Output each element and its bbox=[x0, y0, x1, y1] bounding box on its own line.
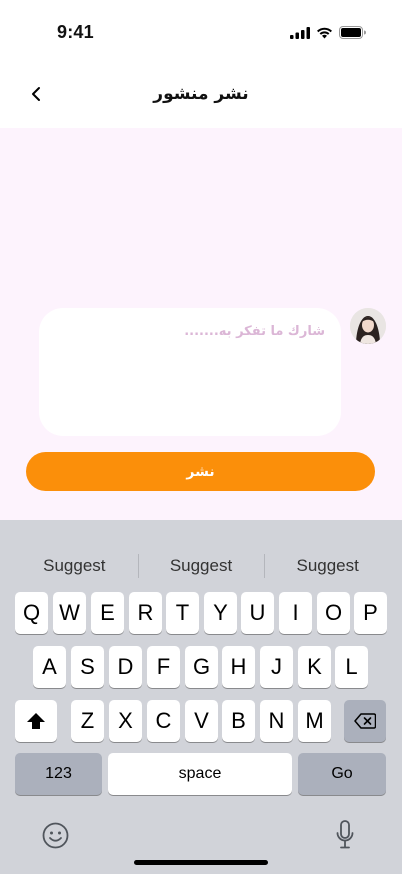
key-l[interactable]: L bbox=[335, 646, 368, 688]
key-n[interactable]: N bbox=[260, 700, 293, 742]
page-title: نشر منشور bbox=[153, 84, 249, 104]
suggestion-item[interactable]: Suggest bbox=[137, 548, 265, 584]
keyboard: Suggest Suggest Suggest Q W E R T Y U I … bbox=[0, 520, 402, 874]
key-o[interactable]: O bbox=[317, 592, 350, 634]
go-key[interactable]: Go bbox=[298, 753, 386, 795]
shift-icon bbox=[27, 713, 45, 729]
key-r[interactable]: R bbox=[129, 592, 162, 634]
key-z[interactable]: Z bbox=[71, 700, 104, 742]
suggestion-bar: Suggest Suggest Suggest bbox=[11, 548, 391, 584]
key-e[interactable]: E bbox=[91, 592, 124, 634]
key-x[interactable]: X bbox=[109, 700, 142, 742]
cellular-signal-icon bbox=[290, 26, 310, 44]
key-c[interactable]: C bbox=[147, 700, 180, 742]
composer-area: نشر bbox=[0, 128, 402, 520]
key-t[interactable]: T bbox=[166, 592, 199, 634]
status-time: 9:41 bbox=[57, 22, 94, 42]
numbers-key[interactable]: 123 bbox=[15, 753, 102, 795]
microphone-icon[interactable] bbox=[336, 820, 354, 855]
key-d[interactable]: D bbox=[109, 646, 142, 688]
home-indicator bbox=[134, 860, 268, 865]
battery-icon bbox=[339, 26, 366, 44]
key-i[interactable]: I bbox=[279, 592, 312, 634]
key-g[interactable]: G bbox=[185, 646, 218, 688]
key-s[interactable]: S bbox=[71, 646, 104, 688]
status-bar: 9:41 bbox=[0, 0, 402, 62]
key-j[interactable]: J bbox=[260, 646, 293, 688]
key-v[interactable]: V bbox=[185, 700, 218, 742]
key-w[interactable]: W bbox=[53, 592, 86, 634]
space-key[interactable]: space bbox=[108, 753, 292, 795]
key-a[interactable]: A bbox=[33, 646, 66, 688]
wifi-icon bbox=[316, 26, 333, 44]
emoji-icon[interactable] bbox=[42, 822, 69, 854]
key-q[interactable]: Q bbox=[15, 592, 48, 634]
key-k[interactable]: K bbox=[298, 646, 331, 688]
suggestion-item[interactable]: Suggest bbox=[11, 548, 138, 584]
shift-key[interactable] bbox=[15, 700, 57, 742]
backspace-icon bbox=[354, 713, 376, 729]
publish-button[interactable]: نشر bbox=[26, 452, 375, 491]
app-header: نشر منشور bbox=[0, 62, 402, 128]
key-f[interactable]: F bbox=[147, 646, 180, 688]
key-u[interactable]: U bbox=[241, 592, 274, 634]
key-y[interactable]: Y bbox=[204, 592, 237, 634]
key-p[interactable]: P bbox=[354, 592, 387, 634]
delete-key[interactable] bbox=[344, 700, 386, 742]
key-h[interactable]: H bbox=[222, 646, 255, 688]
suggestion-item[interactable]: Suggest bbox=[264, 548, 391, 584]
key-m[interactable]: M bbox=[298, 700, 331, 742]
status-icons bbox=[290, 26, 366, 44]
avatar bbox=[350, 308, 386, 344]
post-text-input[interactable] bbox=[39, 308, 341, 436]
key-b[interactable]: B bbox=[222, 700, 255, 742]
